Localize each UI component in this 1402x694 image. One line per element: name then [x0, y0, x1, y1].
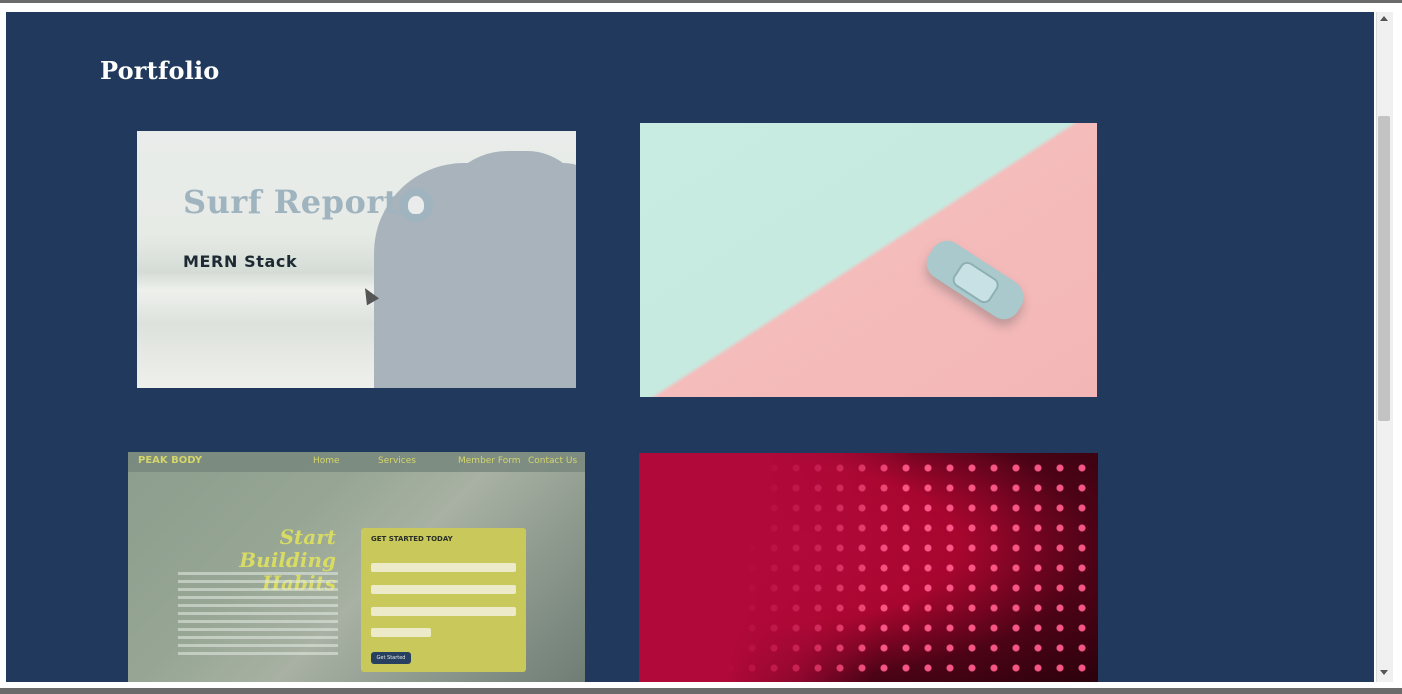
site-navbar: PEAK BODY Home Services Member Form Cont…: [128, 452, 585, 472]
form-input: [371, 607, 516, 616]
site-paragraph: [178, 572, 338, 660]
top-border: [0, 0, 1402, 3]
project-title: Surf Report: [183, 183, 399, 221]
image-shading: [639, 453, 1098, 682]
form-submit-button: Get Started: [371, 652, 411, 664]
nav-item: Member Form: [458, 456, 521, 466]
portfolio-card-car[interactable]: [640, 123, 1097, 397]
form-title: GET STARTED TODAY: [371, 535, 453, 543]
bottom-border: [0, 688, 1402, 694]
form-input: [371, 628, 431, 637]
portfolio-card-led[interactable]: [639, 453, 1098, 682]
scroll-up-arrow-icon[interactable]: [1380, 16, 1388, 21]
project-stack: MERN Stack: [183, 252, 298, 271]
github-icon[interactable]: [399, 188, 433, 222]
scrollbar-thumb[interactable]: [1378, 116, 1390, 421]
nav-item: Home: [313, 456, 340, 466]
portfolio-card-surf-report[interactable]: Surf Report MERN Stack: [137, 131, 576, 388]
form-input: [371, 563, 516, 572]
page-title: Portfolio: [100, 56, 220, 85]
signup-form: GET STARTED TODAY Get Started: [361, 528, 526, 672]
page-viewport: Portfolio Surf Report MERN Stack PEAK BO…: [6, 12, 1374, 682]
car-image: [920, 234, 1031, 326]
site-brand: PEAK BODY: [138, 455, 203, 466]
portfolio-card-peak-body[interactable]: PEAK BODY Home Services Member Form Cont…: [128, 452, 585, 682]
form-input: [371, 585, 516, 594]
browser-frame: Portfolio Surf Report MERN Stack PEAK BO…: [0, 0, 1402, 694]
nav-item: Services: [378, 456, 416, 466]
nav-item: Contact Us: [528, 456, 578, 466]
scroll-down-arrow-icon[interactable]: [1380, 670, 1388, 675]
